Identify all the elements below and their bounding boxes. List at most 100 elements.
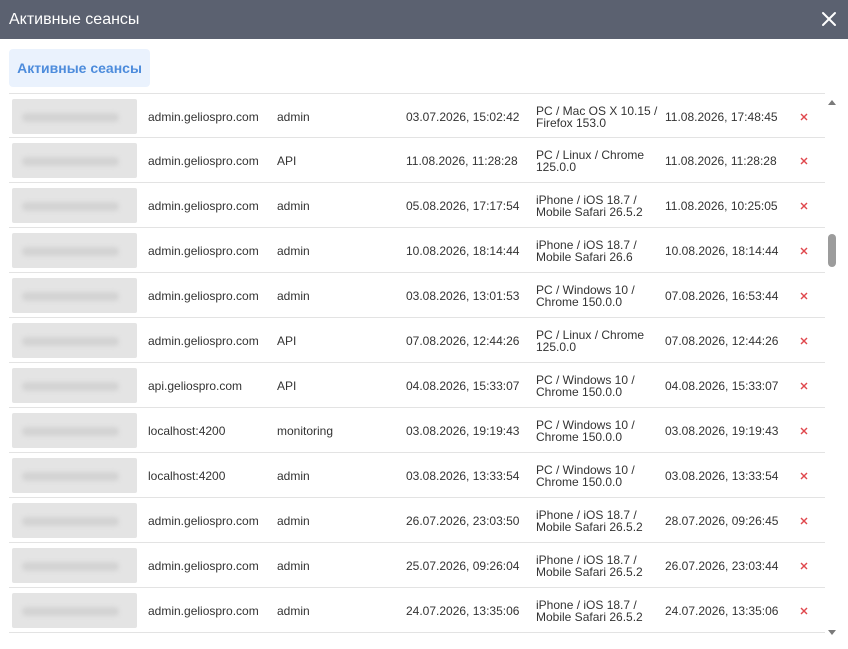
last-activity-cell: 11.08.2026, 17:48:45 (665, 109, 778, 124)
session-id-cell (12, 138, 137, 183)
user-cell: API (277, 153, 297, 168)
delete-session-icon[interactable] (797, 363, 811, 408)
redacted-value (12, 503, 137, 538)
table-row: localhost:4200 monitoring 03.08.2026, 19:1… (9, 408, 825, 453)
table-row: admin.geliospro.com API 07.08.2026, 12:44:… (9, 318, 825, 363)
redacted-value (12, 323, 137, 358)
last-activity-cell: 24.07.2026, 13:35:06 (665, 603, 779, 618)
table-row: admin.geliospro.com admin 10.08.2026, 18:1… (9, 228, 825, 273)
started-cell: 10.08.2026, 18:14:44 (406, 243, 520, 258)
tab-active-sessions[interactable]: Активные сеансы (9, 49, 150, 87)
scroll-up-icon[interactable] (826, 97, 838, 107)
redacted-value (12, 278, 137, 313)
started-cell: 07.08.2026, 12:44:26 (406, 333, 520, 348)
device-cell: PC / Windows 10 / Chrome 150.0.0 (536, 417, 635, 444)
delete-session-icon[interactable] (797, 498, 811, 543)
user-cell: API (277, 378, 297, 393)
user-cell: API (277, 333, 297, 348)
host-cell: admin.geliospro.com (148, 333, 259, 348)
table-row: api.geliospro.com API 04.08.2026, 15:33:07… (9, 363, 825, 408)
delete-session-icon[interactable] (797, 318, 811, 363)
device-cell: iPhone / iOS 18.7 / Mobile Safari 26.5.2 (536, 552, 643, 579)
started-cell: 03.08.2026, 13:33:54 (406, 468, 520, 483)
redacted-value (12, 548, 137, 583)
user-cell: admin (277, 288, 310, 303)
user-cell: monitoring (277, 423, 334, 438)
session-id-cell (12, 363, 137, 408)
last-activity-cell: 11.08.2026, 10:25:05 (665, 198, 778, 213)
redacted-value (12, 593, 137, 628)
host-cell: admin.geliospro.com (148, 153, 259, 168)
user-cell: admin (277, 468, 310, 483)
host-cell: localhost:4200 (148, 468, 226, 483)
delete-session-icon[interactable] (797, 543, 811, 588)
session-id-cell (12, 183, 137, 228)
device-cell: iPhone / iOS 18.7 / Mobile Safari 26.5.2 (536, 507, 643, 534)
started-cell: 05.08.2026, 17:17:54 (406, 198, 520, 213)
started-cell: 03.08.2026, 13:01:53 (406, 288, 520, 303)
delete-session-icon[interactable] (797, 588, 811, 633)
device-cell: PC / Windows 10 / Chrome 150.0.0 (536, 282, 635, 309)
started-cell: 24.07.2026, 13:35:06 (406, 603, 520, 618)
session-id-cell (12, 543, 137, 588)
host-cell: admin.geliospro.com (148, 558, 259, 573)
last-activity-cell: 07.08.2026, 12:44:26 (665, 333, 779, 348)
started-cell: 03.07.2026, 15:02:42 (406, 109, 520, 124)
window-title: Активные сеансы (9, 10, 140, 28)
scroll-down-icon[interactable] (826, 627, 838, 637)
last-activity-cell: 07.08.2026, 16:53:44 (665, 288, 779, 303)
last-activity-cell: 26.07.2026, 23:03:44 (665, 558, 779, 573)
device-cell: PC / Windows 10 / Chrome 150.0.0 (536, 372, 635, 399)
delete-session-icon[interactable] (797, 453, 811, 498)
delete-session-icon[interactable] (797, 273, 811, 318)
user-cell: admin (277, 558, 310, 573)
table-row: admin.geliospro.com admin 24.07.2026, 13:3… (9, 588, 825, 633)
table-row: admin.geliospro.com admin 05.08.2026, 17:1… (9, 183, 825, 228)
session-id-cell (12, 408, 137, 453)
delete-session-icon[interactable] (797, 94, 811, 139)
redacted-value (12, 143, 137, 178)
session-id-cell (12, 318, 137, 363)
host-cell: admin.geliospro.com (148, 603, 259, 618)
session-id-cell (12, 588, 137, 633)
session-id-cell (12, 228, 137, 273)
table-row: admin.geliospro.com admin 03.08.2026, 13:0… (9, 273, 825, 318)
session-id-cell (12, 273, 137, 318)
host-cell: api.geliospro.com (148, 378, 243, 393)
delete-session-icon[interactable] (797, 183, 811, 228)
device-cell: PC / Linux / Chrome 125.0.0 (536, 327, 645, 354)
delete-session-icon[interactable] (797, 138, 811, 183)
close-icon[interactable] (820, 10, 838, 28)
sessions-table: admin.geliospro.com admin 03.07.2026, 15:0… (9, 93, 825, 633)
host-cell: admin.geliospro.com (148, 288, 259, 303)
session-id-cell (12, 94, 137, 139)
host-cell: admin.geliospro.com (148, 243, 259, 258)
redacted-value (12, 458, 137, 493)
started-cell: 11.08.2026, 11:28:28 (406, 153, 518, 168)
scrollbar[interactable] (826, 95, 838, 637)
last-activity-cell: 10.08.2026, 18:14:44 (665, 243, 779, 258)
device-cell: PC / Mac OS X 10.15 / Firefox 153.0 (536, 103, 658, 130)
device-cell: iPhone / iOS 18.7 / Mobile Safari 26.6 (536, 237, 637, 264)
user-cell: admin (277, 109, 310, 124)
host-cell: admin.geliospro.com (148, 109, 259, 124)
started-cell: 04.08.2026, 15:33:07 (406, 378, 520, 393)
table-row: localhost:4200 admin 03.08.2026, 13:33:54 P… (9, 453, 825, 498)
table-row: admin.geliospro.com admin 26.07.2026, 23:0… (9, 498, 825, 543)
user-cell: admin (277, 513, 310, 528)
scrollbar-thumb[interactable] (828, 234, 836, 267)
device-cell: iPhone / iOS 18.7 / Mobile Safari 26.5.2 (536, 192, 643, 219)
started-cell: 03.08.2026, 19:19:43 (406, 423, 520, 438)
redacted-value (12, 99, 137, 134)
user-cell: admin (277, 243, 310, 258)
started-cell: 26.07.2026, 23:03:50 (406, 513, 520, 528)
table-row: admin.geliospro.com API 11.08.2026, 11:28:… (9, 138, 825, 183)
last-activity-cell: 03.08.2026, 19:19:43 (665, 423, 779, 438)
host-cell: admin.geliospro.com (148, 513, 259, 528)
last-activity-cell: 03.08.2026, 13:33:54 (665, 468, 779, 483)
window-titlebar: Активные сеансы (0, 0, 848, 39)
delete-session-icon[interactable] (797, 408, 811, 453)
last-activity-cell: 28.07.2026, 09:26:45 (665, 513, 779, 528)
delete-session-icon[interactable] (797, 228, 811, 273)
user-cell: admin (277, 198, 310, 213)
